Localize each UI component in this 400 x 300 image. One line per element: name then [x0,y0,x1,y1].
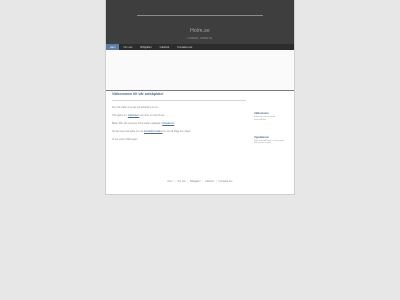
footer-link-contact[interactable]: Kontakta oss [219,180,233,183]
sidebar: Välkommen Sidan är just nu under konstru… [254,112,288,159]
paragraph-2-text-start: Titta gärna in i [112,114,128,117]
site-footer: Hem | Om oss | Bildgalleri | Gästbok | Kontakta … [106,180,294,183]
page-heading: Välkommen till vår webbplats! [112,92,164,96]
paragraph-2: Titta gärna in i Gästboken och skriv en … [112,114,246,117]
page-container: Holm.se UNDER ARBETE Hem Om oss Bildgall… [106,0,294,194]
footer-link-home[interactable]: Hem [168,180,173,183]
paragraph-4-text-end: om du vill fråga oss något. [162,130,191,133]
footer-link-gallery[interactable]: Bildgalleri [190,180,200,183]
sidebar-block-title: Uppdaterad [254,135,269,139]
paragraph-4: Du kan även kontakta oss via kontaktform… [112,130,246,133]
sidebar-block: Välkommen Sidan är just nu under konstru… [254,112,288,122]
footer-link-guestbook[interactable]: Gästbok [205,180,214,183]
sidebar-block: Uppdaterad Nytt innehåll läggs ut inom k… [254,136,288,146]
contact-form-link[interactable]: kontaktformuläret [144,130,162,133]
paragraph-3-text-end: . [174,122,175,125]
paragraph-3-text-start: Bilder från vår semester finns redan upp… [112,122,163,125]
content-divider [112,100,246,101]
gallery-link[interactable]: bildgalleriet [162,122,174,125]
paragraph-5: Vi ses snart, hälsningar! [112,138,138,141]
site-tagline: UNDER ARBETE [187,37,213,40]
paragraph-1: Den här sidan är under konstruktion just… [112,106,159,109]
paragraph-2-text-end: och skriv en rad till oss. [139,114,165,117]
sidebar-block-text: Nytt innehåll läggs ut inom kort, titta … [254,139,285,145]
header-divider [137,15,263,16]
site-title[interactable]: Holm.se [106,28,294,34]
paragraph-4-text-start: Du kan även kontakta oss via [112,130,144,133]
paragraph-3: Bilder från vår semester finns redan upp… [112,122,246,125]
main-content: Välkommen till vår webbplats! Den här si… [112,92,246,141]
site-header: Holm.se UNDER ARBETE [106,0,294,44]
sidebar-block-text: Sidan är just nu under konstruktion. [254,116,276,121]
sidebar-block-title: Välkommen [254,112,269,115]
guestbook-link[interactable]: Gästboken [128,114,140,117]
header-banner [106,50,294,91]
